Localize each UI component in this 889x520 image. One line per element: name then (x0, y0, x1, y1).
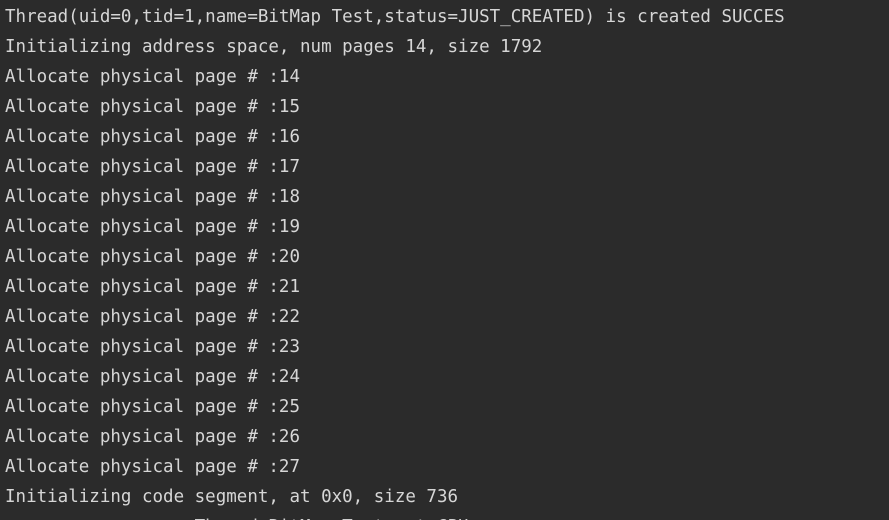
console-line: Allocate physical page # :27 (5, 457, 301, 477)
console-line: Allocate physical page # :22 (5, 307, 301, 327)
console-line: Allocate physical page # :20 (5, 247, 301, 267)
console-line: Allocate physical page # :18 (5, 187, 301, 207)
console-line: Allocate physical page # :25 (5, 397, 301, 417)
console-line: Initializing code segment, at 0x0, size … (5, 487, 459, 507)
console-line: Allocate physical page # :17 (5, 157, 301, 177)
console-line: Thread(uid=0,tid=1,name=BitMap Test,stat… (5, 7, 785, 27)
console-line: Allocate physical page # :14 (5, 67, 301, 87)
console-line: Allocate physical page # :21 (5, 277, 301, 297)
console-line: Allocate physical page # :24 (5, 367, 301, 387)
console-line: Allocate physical page # :19 (5, 217, 301, 237)
console-output[interactable]: Thread(uid=0,tid=1,name=BitMap Test,stat… (0, 0, 889, 520)
console-line: Allocate physical page # :16 (5, 127, 301, 147)
console-line-partial: Thread BitMap Test put CPU (5, 512, 889, 520)
console-line: Initializing address space, num pages 14… (5, 37, 543, 57)
console-line: Allocate physical page # :23 (5, 337, 301, 357)
console-line: Allocate physical page # :26 (5, 427, 301, 447)
console-line: Allocate physical page # :15 (5, 97, 301, 117)
